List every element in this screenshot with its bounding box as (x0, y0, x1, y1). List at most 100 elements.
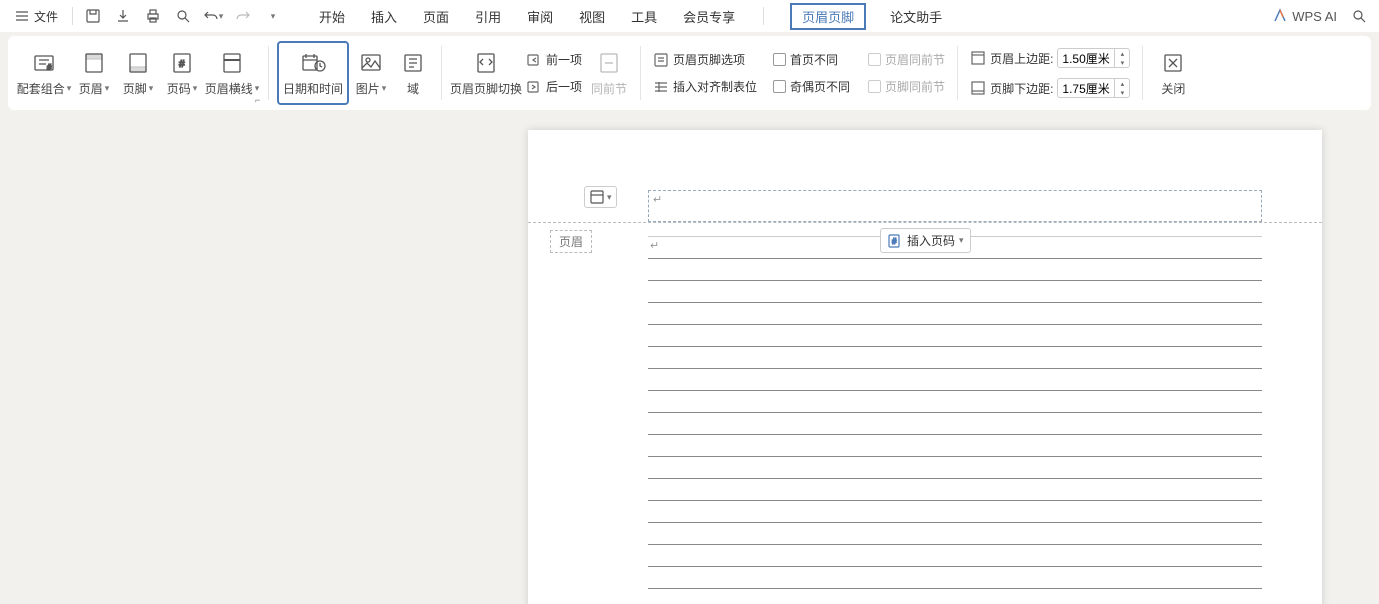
switch-hf-button[interactable]: 页眉页脚切换 (450, 41, 522, 105)
text-line[interactable] (648, 281, 1262, 303)
tab-insert[interactable]: 插入 (369, 3, 399, 30)
divider (72, 7, 73, 25)
header-line-label: 页眉横线▾ (205, 80, 260, 97)
search-icon (1351, 8, 1367, 24)
odd-even-different-checkbox[interactable]: 奇偶页不同 (769, 76, 854, 97)
footer-margin-input[interactable]: ▴▾ (1057, 78, 1130, 98)
tab-page[interactable]: 页面 (421, 3, 451, 30)
spin-down[interactable]: ▾ (1115, 58, 1129, 67)
text-line[interactable]: ↵ (648, 237, 1262, 259)
ribbon-group-close: 关闭 (1145, 40, 1201, 106)
header-boundary-line (528, 222, 1322, 223)
ribbon-group-options: 页眉页脚选项 插入对齐制表位 首页不同 奇偶页不同 页眉同前节 (643, 40, 955, 106)
footer-button[interactable]: 页脚▾ (116, 41, 160, 105)
spin-up[interactable]: ▴ (1115, 49, 1129, 58)
footer-same-section-checkbox: 页脚同前节 (864, 76, 949, 97)
text-line[interactable] (648, 347, 1262, 369)
header-button[interactable]: 页眉▾ (72, 41, 116, 105)
svg-text:#: # (47, 63, 52, 72)
hf-options-button[interactable]: 页眉页脚选项 (649, 49, 761, 70)
spin-up[interactable]: ▴ (1115, 79, 1129, 88)
prev-button[interactable]: 前一项 (522, 49, 586, 70)
header-line-button[interactable]: 页眉横线▾ (204, 41, 260, 105)
text-line[interactable] (648, 479, 1262, 501)
tab-thesis[interactable]: 论文助手 (888, 3, 944, 30)
ai-icon (1272, 8, 1288, 24)
divider (763, 7, 764, 25)
save-button[interactable] (81, 4, 105, 28)
page-number-icon: # (169, 50, 195, 76)
wps-ai-label: WPS AI (1292, 9, 1337, 24)
document-page[interactable]: ▾ ↵ 页眉 # 插入页码 ▾ ↵ (528, 130, 1322, 604)
wps-ai-button[interactable]: WPS AI (1272, 8, 1337, 24)
align-tab-button[interactable]: 插入对齐制表位 (649, 76, 761, 97)
text-line[interactable] (648, 589, 1262, 604)
tab-view[interactable]: 视图 (577, 3, 607, 30)
tab-member[interactable]: 会员专享 (681, 3, 737, 30)
field-icon (400, 50, 426, 76)
close-button[interactable]: 关闭 (1151, 41, 1195, 105)
qat-more-button[interactable]: ▾ (261, 4, 285, 28)
header-settings-icon (589, 189, 605, 205)
next-button[interactable]: 后一项 (522, 76, 586, 97)
combo-button[interactable]: # 配套组合▾ (16, 41, 72, 105)
ribbon-group-margins: 页眉上边距: ▴▾ 页脚下边距: ▴▾ (960, 40, 1140, 106)
next-icon (526, 79, 542, 95)
combo-label: 配套组合▾ (17, 80, 72, 97)
header-margin-field[interactable] (1058, 51, 1114, 65)
field-label: 域 (407, 80, 419, 97)
tab-review[interactable]: 审阅 (525, 3, 555, 30)
tab-tools[interactable]: 工具 (629, 3, 659, 30)
undo-button[interactable]: ▾ (201, 4, 225, 28)
text-line[interactable] (648, 303, 1262, 325)
header-icon (81, 50, 107, 76)
first-page-different-checkbox[interactable]: 首页不同 (769, 49, 854, 70)
text-line[interactable] (648, 457, 1262, 479)
tab-start[interactable]: 开始 (317, 3, 347, 30)
text-line[interactable] (648, 259, 1262, 281)
print-button[interactable] (141, 4, 165, 28)
separator (1142, 46, 1143, 100)
file-label: 文件 (34, 8, 58, 25)
picture-label: 图片▾ (356, 80, 387, 97)
print-preview-button[interactable] (171, 4, 195, 28)
header-margin-input[interactable]: ▴▾ (1057, 48, 1130, 68)
header-line-icon (219, 50, 245, 76)
file-menu-button[interactable]: 文件 (8, 4, 64, 29)
separator (268, 46, 269, 100)
date-time-label: 日期和时间 (283, 80, 343, 97)
text-line[interactable] (648, 325, 1262, 347)
picture-button[interactable]: 图片▾ (349, 41, 393, 105)
page-number-button[interactable]: # 页码▾ (160, 41, 204, 105)
spin-down[interactable]: ▾ (1115, 88, 1129, 97)
text-line[interactable] (648, 391, 1262, 413)
redo-icon (235, 8, 251, 24)
date-time-button[interactable]: 日期和时间 (277, 41, 349, 105)
redo-button[interactable] (231, 4, 255, 28)
footer-margin-field[interactable] (1058, 81, 1114, 95)
same-section-button[interactable]: 同前节 (586, 41, 632, 105)
header-mini-toolbar[interactable]: ▾ (584, 186, 617, 208)
close-label: 关闭 (1161, 80, 1185, 97)
footer-icon (125, 50, 151, 76)
text-line[interactable] (648, 435, 1262, 457)
tab-header-footer[interactable]: 页眉页脚 (790, 3, 866, 30)
page-number-label: 页码▾ (167, 80, 198, 97)
checkbox-icon (773, 53, 786, 66)
text-line[interactable] (648, 523, 1262, 545)
document-body[interactable]: ↵ (648, 236, 1262, 604)
search-button[interactable] (1347, 4, 1371, 28)
picture-icon (358, 50, 384, 76)
text-line[interactable] (648, 567, 1262, 589)
tab-reference[interactable]: 引用 (473, 3, 503, 30)
text-line[interactable] (648, 369, 1262, 391)
header-edit-region[interactable]: ↵ (648, 190, 1262, 222)
group-launcher[interactable]: ⌐ (255, 95, 265, 105)
export-button[interactable] (111, 4, 135, 28)
paragraph-mark: ↵ (650, 239, 659, 252)
field-button[interactable]: 域 (393, 41, 433, 105)
text-line[interactable] (648, 413, 1262, 435)
header-label: 页眉▾ (79, 80, 110, 97)
text-line[interactable] (648, 501, 1262, 523)
text-line[interactable] (648, 545, 1262, 567)
